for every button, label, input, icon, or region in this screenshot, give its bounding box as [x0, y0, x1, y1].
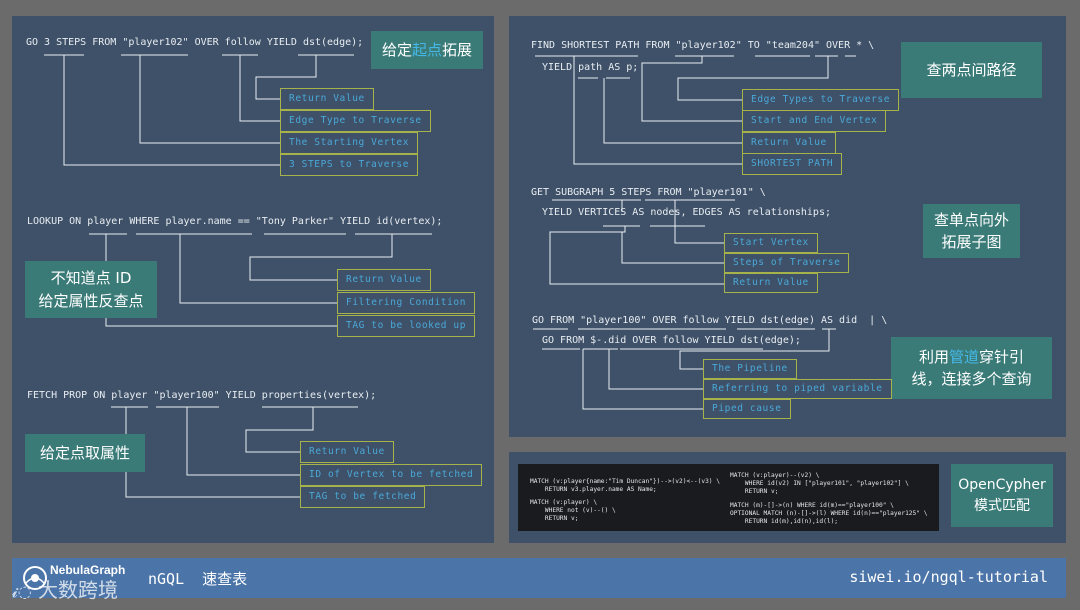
watermark-text: 大数跨境	[38, 578, 119, 602]
footer-title: nGQL 速查表	[148, 570, 248, 588]
footer-link[interactable]: siwei.io/ngql-tutorial	[849, 568, 1048, 586]
go-label-edge-type: Edge Type to Traverse	[280, 110, 431, 132]
go-tag-prefix: 给定	[381, 40, 412, 59]
fetch-label-tag: TAG to be fetched	[300, 486, 426, 508]
path-label-shortest-path: SHORTEST PATH	[742, 153, 843, 175]
watermark-icon: 𝓲◌	[12, 582, 32, 601]
footer-bar: NebulaGraph nGQL 速查表 siwei.io/ngql-tutor…	[12, 558, 1066, 602]
path-query-line2: YIELD path AS p;	[542, 62, 639, 73]
pipe-label-piped-cause: Piped cause	[703, 399, 791, 419]
subgraph-label-start-vertex: Start Vertex	[724, 233, 818, 253]
watermark: 𝓲◌ 大数跨境	[12, 574, 118, 603]
path-description-tag: 查两点间路径	[901, 42, 1042, 98]
lookup-label-filtering: Filtering Condition	[337, 292, 476, 314]
go-tag-highlight: 起点	[411, 40, 442, 59]
cypher-tag-line1: OpenCypher	[958, 476, 1046, 493]
go-query: GO 3 STEPS FROM "player102" OVER follow …	[26, 37, 364, 48]
go-label-steps: 3 STEPS to Traverse	[280, 154, 419, 176]
path-label-return-value: Return Value	[742, 132, 836, 154]
pipe-label-referring: Referring to piped variable	[703, 379, 892, 399]
cypher-left-line-2: RETURN v3.player.name AS Name;	[530, 486, 657, 493]
pipe-tag-line1: 利用管道穿针引	[919, 346, 1024, 369]
subgraph-label-steps: Steps of Traverse	[724, 253, 850, 273]
lookup-label-tag: TAG to be looked up	[337, 315, 476, 337]
cypher-left-line-6: RETURN v;	[530, 515, 579, 522]
pipe-tag-suffix: 穿针引	[979, 347, 1025, 366]
fetch-label-vertex-id: ID of Vertex to be fetched	[300, 464, 483, 486]
subgraph-query-line2: YIELD VERTICES AS nodes, EDGES AS relati…	[542, 207, 831, 218]
fetch-query: FETCH PROP ON player "player100" YIELD p…	[27, 390, 377, 401]
path-label-edge-types: Edge Types to Traverse	[742, 89, 900, 111]
pipe-query-line2: GO FROM $-.did OVER follow YIELD dst(edg…	[542, 335, 801, 346]
pipe-label-pipeline: The Pipeline	[703, 359, 797, 379]
subgraph-label-return-value: Return Value	[724, 273, 818, 293]
lookup-tag-line2: 给定属性反查点	[38, 291, 144, 310]
subgraph-description-tag: 查单点向外 拓展子图	[923, 204, 1020, 258]
cypher-code-box: MATCH (v:player{name:"Tim Duncan"})-->(v…	[518, 464, 939, 531]
cypher-right-line-3: RETURN v;	[730, 488, 779, 495]
path-label-start-end: Start and End Vertex	[742, 110, 887, 132]
pipe-query-line1: GO FROM "player100" OVER follow YIELD ds…	[532, 315, 888, 326]
go-label-return-value: Return Value	[280, 88, 374, 110]
path-query-line1: FIND SHORTEST PATH FROM "player102" TO "…	[531, 40, 875, 51]
lookup-label-return-value: Return Value	[337, 269, 431, 291]
go-label-starting-vertex: The Starting Vertex	[280, 132, 419, 154]
pipe-tag-line2: 线，连接多个查询	[911, 370, 1032, 388]
subgraph-tag-line2: 拓展子图	[941, 233, 1002, 251]
go-description-tag: 给定 起点 拓展	[371, 31, 483, 69]
lookup-query: LOOKUP ON player WHERE player.name == "T…	[27, 216, 443, 227]
lookup-tag-line1: 不知道点 ID	[50, 269, 132, 287]
subgraph-query-line1: GET SUBGRAPH 5 STEPS FROM "player101" \	[531, 187, 766, 198]
pipe-description-tag: 利用管道穿针引 线，连接多个查询	[891, 337, 1052, 399]
go-tag-suffix: 拓展	[442, 40, 473, 59]
fetch-description-tag: 给定点取属性	[25, 434, 145, 472]
lookup-description-tag: 不知道点 ID 给定属性反查点	[25, 261, 157, 318]
pipe-tag-prefix: 利用	[918, 347, 949, 366]
fetch-label-return-value: Return Value	[300, 441, 394, 463]
pipe-tag-highlight: 管道	[948, 347, 979, 366]
cypher-tag-line2: 模式匹配	[974, 497, 1030, 514]
cypher-right-line-7: RETURN id(m),id(n),id(l);	[730, 518, 839, 525]
cypher-description-tag: OpenCypher 模式匹配	[951, 464, 1053, 527]
subgraph-tag-line1: 查单点向外	[933, 210, 1009, 229]
